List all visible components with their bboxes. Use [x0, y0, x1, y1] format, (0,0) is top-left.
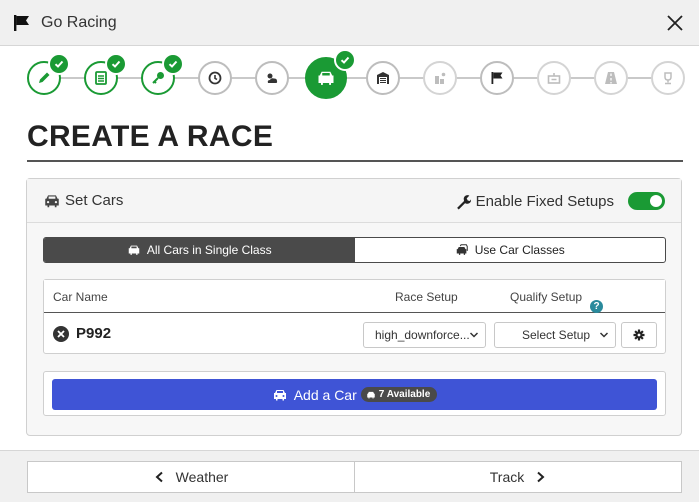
completed-check-icon	[162, 53, 184, 75]
step-summary[interactable]	[651, 61, 685, 95]
completed-check-icon	[48, 53, 70, 75]
column-qualify-setup: Qualify Setup?	[510, 290, 604, 313]
column-qualify-setup-label: Qualify Setup	[510, 290, 583, 304]
step-name[interactable]	[27, 53, 70, 95]
fixed-setups-label: Enable Fixed Setups	[475, 192, 614, 210]
wizard-footer: Weather Track	[0, 450, 699, 502]
key-icon	[152, 72, 164, 84]
trophy-icon	[664, 72, 672, 85]
tab-use-car-classes[interactable]: Use Car Classes	[355, 238, 666, 262]
gear-icon	[633, 329, 645, 341]
window-title: Go Racing	[41, 14, 117, 31]
car-icon	[128, 245, 140, 255]
pencil-icon	[39, 72, 50, 83]
column-car-name: Car Name	[53, 290, 108, 304]
tab-label: All Cars in Single Class	[146, 243, 272, 257]
car-settings-button[interactable]	[621, 322, 657, 348]
scoring-icon	[547, 73, 561, 84]
title-bar: Go Racing	[0, 0, 699, 46]
step-pit[interactable]	[423, 61, 457, 95]
flag-icon	[491, 72, 503, 84]
available-count: 7 Available	[378, 389, 431, 400]
flag-icon	[14, 15, 29, 31]
close-icon[interactable]	[663, 11, 687, 35]
add-car-container: Add a Car 7 Available	[43, 371, 666, 416]
column-race-setup: Race Setup	[395, 290, 458, 304]
garage-icon	[377, 72, 389, 84]
clock-icon	[208, 71, 222, 85]
tab-all-cars-single-class[interactable]: All Cars in Single Class	[44, 238, 355, 262]
chevron-left-icon	[155, 471, 163, 483]
car-icon	[273, 389, 286, 400]
car-name: P992	[76, 325, 112, 342]
car-icon	[367, 391, 375, 398]
chevron-down-icon	[469, 332, 479, 338]
car-icon	[318, 71, 334, 85]
available-count-badge: 7 Available	[360, 387, 438, 402]
fixed-setups-control: Enable Fixed Setups	[455, 190, 665, 212]
back-button[interactable]: Weather	[27, 461, 355, 493]
step-garage[interactable]	[366, 61, 400, 95]
table-row: P992 high_downforce... Select Setup	[44, 314, 665, 353]
set-cars-panel: Set Cars Enable Fixed Setups All Cars in…	[26, 178, 682, 436]
car-classes-icon	[456, 244, 468, 255]
table-header: Car Name Race Setup Qualify Setup?	[44, 280, 665, 313]
car-mode-selector: All Cars in Single Class Use Car Classes	[43, 237, 666, 263]
toggle-knob	[650, 195, 662, 207]
tab-label: Use Car Classes	[474, 243, 565, 257]
road-icon	[605, 72, 617, 84]
close-icon	[57, 330, 65, 338]
qualify-setup-select[interactable]: Select Setup	[494, 322, 616, 348]
wizard-stepper	[0, 46, 699, 112]
next-button[interactable]: Track	[354, 461, 682, 493]
chevron-right-icon	[537, 471, 545, 483]
step-details[interactable]	[84, 53, 127, 95]
qualify-setup-value: Select Setup	[522, 328, 591, 342]
heading-divider	[27, 160, 683, 162]
panel-title: Set Cars	[65, 192, 124, 209]
cars-table: Car Name Race Setup Qualify Setup? P992 …	[43, 279, 666, 354]
step-track[interactable]	[594, 61, 628, 95]
step-weather[interactable]	[255, 61, 289, 95]
step-access[interactable]	[141, 53, 184, 95]
help-icon[interactable]: ?	[590, 300, 604, 313]
step-cars[interactable]	[305, 49, 356, 99]
back-label: Weather	[175, 469, 229, 485]
wrench-icon	[456, 194, 471, 209]
step-time[interactable]	[198, 61, 232, 95]
weather-icon	[267, 73, 278, 83]
race-setup-value: high_downforce...	[375, 328, 470, 342]
race-setup-select[interactable]: high_downforce...	[363, 322, 486, 348]
fixed-setups-toggle[interactable]	[628, 192, 665, 210]
step-scoring[interactable]	[537, 61, 571, 95]
add-car-label: Add a Car	[293, 386, 357, 403]
panel-header: Set Cars Enable Fixed Setups	[27, 179, 681, 223]
add-car-button[interactable]: Add a Car 7 Available	[52, 379, 657, 410]
car-icon	[45, 195, 59, 208]
page-title: CREATE A RACE	[27, 120, 274, 153]
next-label: Track	[489, 469, 525, 485]
step-race[interactable]	[480, 61, 514, 95]
remove-car-button[interactable]	[53, 326, 69, 342]
completed-check-icon	[334, 49, 356, 71]
chevron-down-icon	[599, 332, 609, 338]
list-icon	[95, 71, 107, 85]
completed-check-icon	[105, 53, 127, 75]
pit-icon	[435, 72, 446, 84]
